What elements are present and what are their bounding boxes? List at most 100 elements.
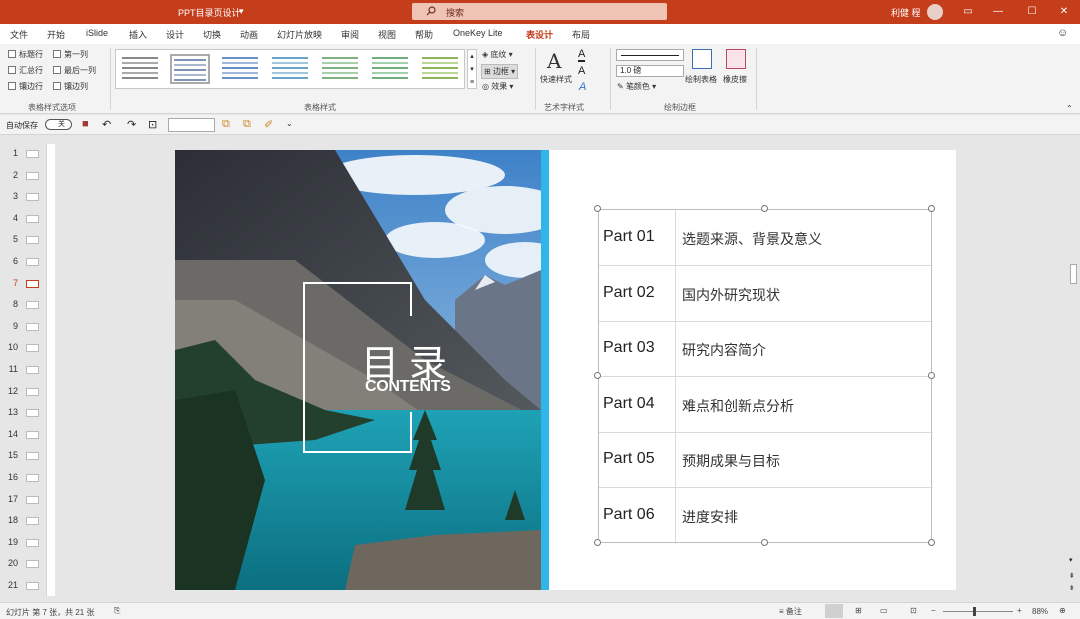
- tab-transitions[interactable]: 切换: [203, 28, 221, 41]
- shading-button[interactable]: ◈ 底纹 ▾: [482, 49, 513, 60]
- banded-columns-checkbox[interactable]: 镶边列: [53, 81, 88, 92]
- zoom-slider[interactable]: [943, 611, 1013, 612]
- thumbnail-number[interactable]: 6: [4, 256, 18, 266]
- maximize-icon[interactable]: ☐: [1024, 4, 1040, 20]
- scroll-thumb[interactable]: [1070, 264, 1077, 284]
- slide-thumbnail[interactable]: [26, 517, 39, 526]
- fit-slide-icon[interactable]: ⊕: [1059, 606, 1066, 615]
- thumbnail-number[interactable]: 10: [4, 342, 18, 352]
- tab-slideshow[interactable]: 幻灯片放映: [277, 28, 322, 41]
- part-title-cell[interactable]: 预期成果与目标: [682, 451, 780, 471]
- thumbnail-number[interactable]: 1: [4, 148, 18, 158]
- slide-thumbnail[interactable]: [26, 387, 39, 396]
- presentation-icon[interactable]: ⊡: [148, 118, 157, 131]
- resize-handle[interactable]: [594, 539, 601, 546]
- thumbnail-number[interactable]: 3: [4, 191, 18, 201]
- tab-help[interactable]: 帮助: [415, 28, 433, 41]
- thumbnail-number[interactable]: 7: [4, 278, 18, 288]
- ribbon-display-icon[interactable]: ▭: [960, 4, 976, 20]
- font-select[interactable]: [168, 118, 215, 132]
- resize-handle[interactable]: [594, 205, 601, 212]
- collapse-ribbon-icon[interactable]: ⌃: [1066, 104, 1073, 113]
- tab-islide[interactable]: iSlide: [86, 28, 108, 38]
- slide-thumbnail[interactable]: [26, 560, 39, 569]
- thumbnail-number[interactable]: 13: [4, 407, 18, 417]
- autosave-toggle[interactable]: 关: [45, 119, 72, 130]
- header-row-checkbox[interactable]: 标题行: [8, 49, 43, 60]
- thumbnail-number[interactable]: 12: [4, 386, 18, 396]
- thumbnail-number[interactable]: 17: [4, 494, 18, 504]
- tab-file[interactable]: 文件: [10, 28, 28, 41]
- part-title-cell[interactable]: 国内外研究现状: [682, 285, 780, 305]
- slide-thumbnail[interactable]: [26, 430, 39, 439]
- table-style-7[interactable]: [420, 54, 460, 84]
- table-row[interactable]: Part 02 国内外研究现状: [599, 266, 933, 322]
- undo-icon[interactable]: ↶: [102, 118, 111, 131]
- smiley-icon[interactable]: ☺: [1057, 27, 1068, 39]
- slide-canvas[interactable]: 目录 CONTENTS Part 01 选题来源、背景及意义 Part 02 国内外研…: [175, 150, 956, 590]
- thumbnail-number[interactable]: 5: [4, 234, 18, 244]
- table-row[interactable]: Part 03 研究内容简介: [599, 321, 933, 378]
- last-column-checkbox[interactable]: 最后一列: [53, 65, 96, 76]
- thumbnail-number[interactable]: 15: [4, 450, 18, 460]
- table-row[interactable]: Part 01 选题来源、背景及意义: [599, 210, 933, 266]
- tab-design[interactable]: 设计: [166, 28, 184, 41]
- table-row[interactable]: Part 05 预期成果与目标: [599, 432, 933, 489]
- table-row[interactable]: Part 04 难点和创新点分析: [599, 377, 933, 433]
- slide-thumbnail[interactable]: [26, 409, 39, 418]
- resize-handle[interactable]: [928, 539, 935, 546]
- tab-view[interactable]: 视图: [378, 28, 396, 41]
- slide-thumbnail[interactable]: [26, 366, 39, 374]
- thumbnail-number[interactable]: 9: [4, 321, 18, 331]
- slide-thumbnail[interactable]: [26, 582, 39, 590]
- tab-review[interactable]: 审阅: [341, 28, 359, 41]
- redo-icon[interactable]: ↷: [127, 118, 136, 131]
- pen-weight-select[interactable]: 1.0 磅: [616, 65, 684, 77]
- resize-handle[interactable]: [928, 372, 935, 379]
- slide-thumbnail[interactable]: [26, 495, 39, 504]
- eraser-button[interactable]: 橡皮擦: [723, 74, 747, 85]
- format-painter-icon[interactable]: ✐: [264, 118, 273, 131]
- text-effects-icon[interactable]: A: [579, 81, 586, 93]
- avatar[interactable]: [927, 4, 943, 20]
- pen-style-select[interactable]: [616, 49, 684, 61]
- part-title-cell[interactable]: 难点和创新点分析: [682, 396, 794, 416]
- slide-thumbnail[interactable]: [26, 236, 39, 245]
- reading-view-icon[interactable]: ▭: [880, 606, 888, 615]
- slideshow-icon[interactable]: ⊡: [910, 606, 917, 615]
- table-row[interactable]: Part 06 进度安排: [599, 488, 933, 544]
- eraser-icon[interactable]: [726, 49, 746, 69]
- slide-thumbnail[interactable]: [26, 452, 39, 461]
- scroll-down-icon[interactable]: ▾: [1069, 556, 1073, 564]
- slide-thumbnail[interactable]: [26, 344, 39, 353]
- part-title-cell[interactable]: 研究内容简介: [682, 340, 766, 360]
- slide-thumbnail[interactable]: [26, 538, 39, 547]
- table-style-5[interactable]: [320, 54, 360, 84]
- resize-handle[interactable]: [928, 205, 935, 212]
- search-box[interactable]: 搜索: [412, 3, 667, 20]
- thumbnail-number[interactable]: 14: [4, 429, 18, 439]
- zoom-level[interactable]: 88%: [1032, 607, 1048, 616]
- part-number-cell[interactable]: Part 05: [603, 450, 655, 468]
- normal-view-icon[interactable]: [825, 604, 843, 618]
- text-outline-icon[interactable]: A: [578, 65, 585, 77]
- slide-thumbnail[interactable]: [26, 214, 39, 223]
- slide-thumbnail[interactable]: [26, 258, 39, 266]
- ungroup-icon[interactable]: ⧉: [243, 118, 251, 131]
- banded-rows-checkbox[interactable]: 镶边行: [8, 81, 43, 92]
- chevron-down-icon[interactable]: ▾: [239, 6, 244, 17]
- slide-thumbnail[interactable]: [26, 193, 39, 202]
- slide-scrollbar[interactable]: ▾ ⇞ ⇟: [1066, 136, 1080, 602]
- slide-thumbnails[interactable]: 1 2 3 4 5 6 7 8 9 10 11 12 13 14 15 16 17 18 19 20 21: [0, 136, 60, 602]
- part-number-cell[interactable]: Part 01: [603, 228, 655, 246]
- draw-table-icon[interactable]: [692, 49, 712, 69]
- first-column-checkbox[interactable]: 第一列: [53, 49, 88, 60]
- resize-handle[interactable]: [761, 205, 768, 212]
- minimize-icon[interactable]: —: [990, 4, 1006, 20]
- next-slide-icon[interactable]: ⇟: [1069, 584, 1075, 592]
- notes-button[interactable]: ≡ 备注: [779, 606, 802, 617]
- thumbnail-number[interactable]: 8: [4, 299, 18, 309]
- thumbnail-number[interactable]: 2: [4, 170, 18, 180]
- slide-thumbnail[interactable]: [26, 322, 39, 331]
- total-row-checkbox[interactable]: 汇总行: [8, 65, 43, 76]
